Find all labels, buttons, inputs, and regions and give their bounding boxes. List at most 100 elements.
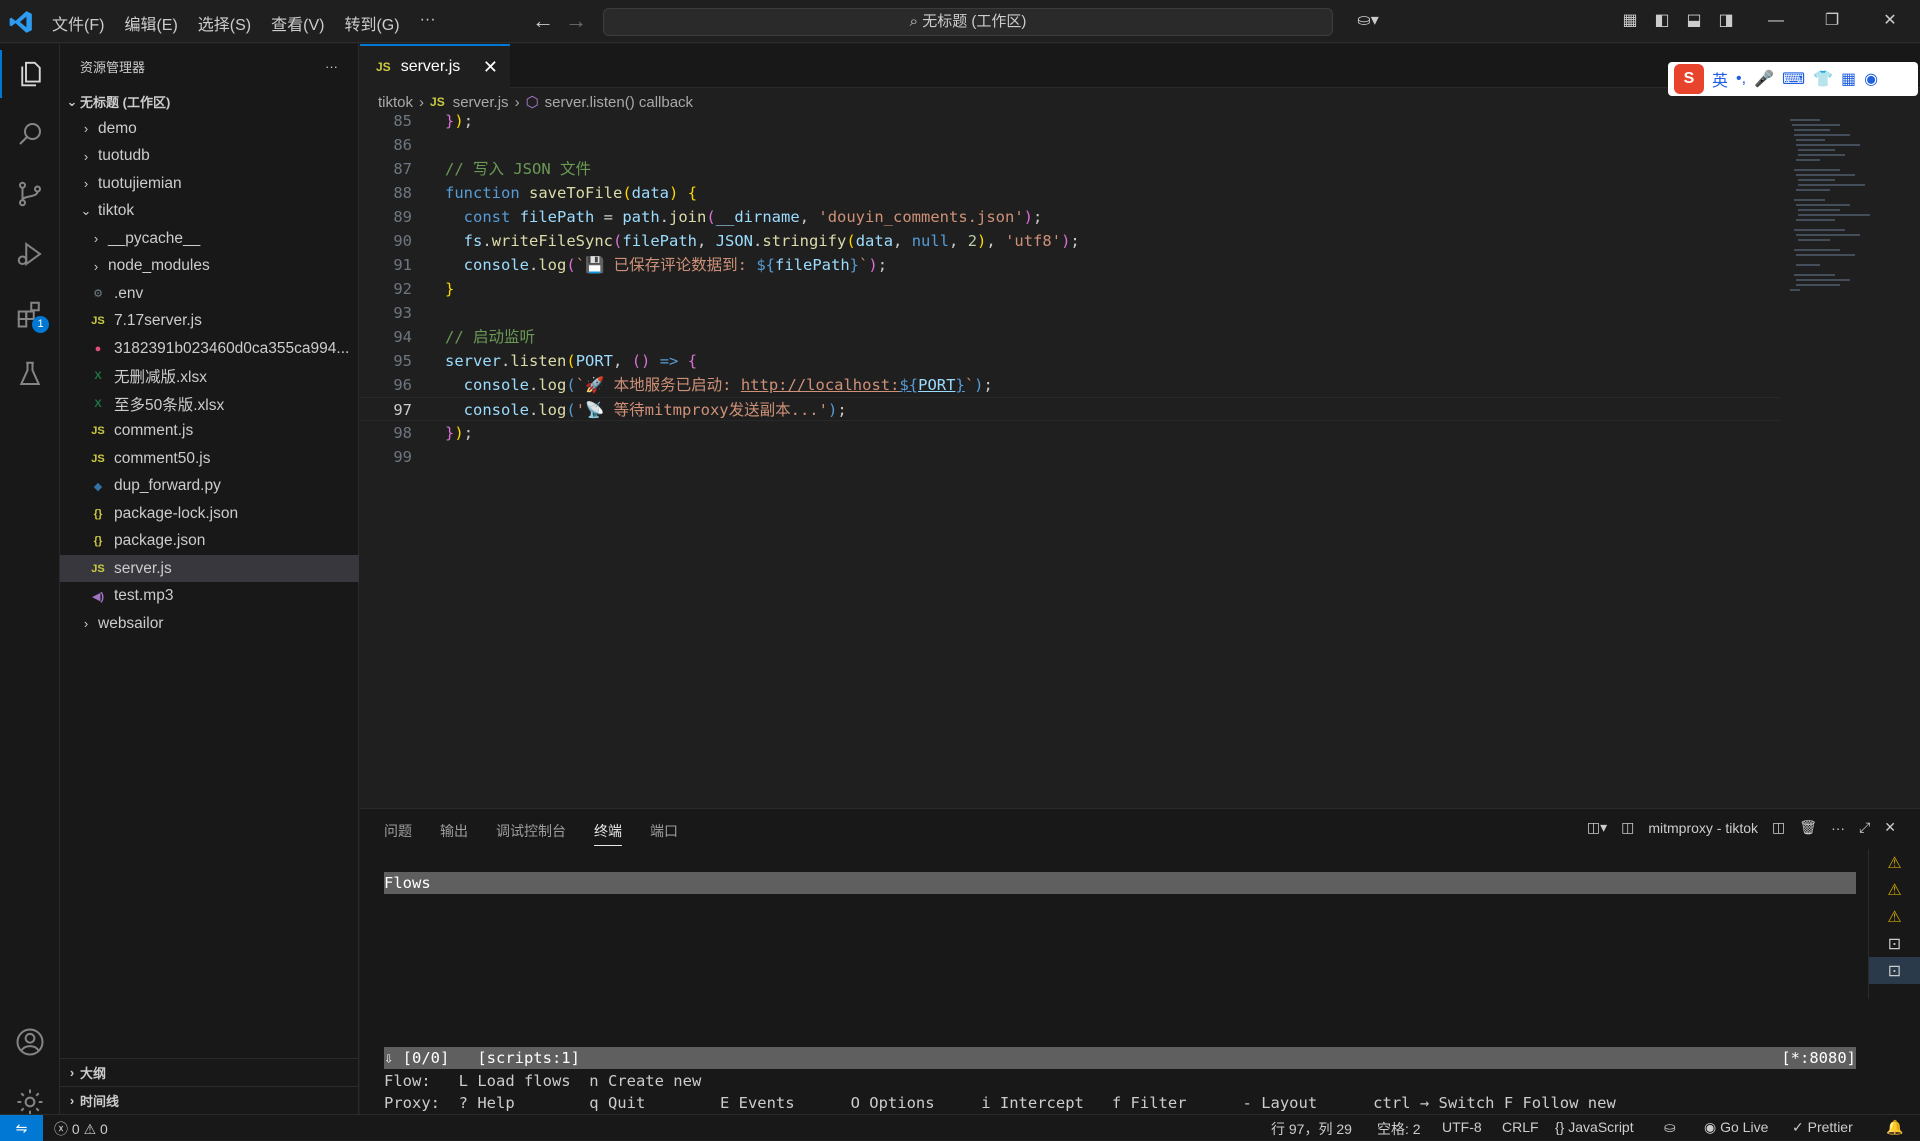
- tree-item[interactable]: › tuotujiemian: [60, 170, 359, 197]
- tab-problems[interactable]: 问题: [384, 821, 412, 846]
- terminal-name[interactable]: mitmproxy - tiktok: [1648, 820, 1758, 836]
- menu-edit[interactable]: 编辑(E): [114, 11, 187, 35]
- back-arrow-icon[interactable]: ←: [532, 8, 554, 34]
- menu-go[interactable]: 转到(G): [334, 11, 409, 35]
- tree-item[interactable]: ◀) test.mp3: [60, 583, 359, 610]
- terminal-icon[interactable]: ⊡: [1869, 957, 1920, 984]
- punctuation-icon[interactable]: •,: [1736, 70, 1746, 88]
- search-view-icon[interactable]: [0, 110, 60, 158]
- tree-item[interactable]: › websailor: [60, 610, 359, 637]
- tree-item[interactable]: JS server.js: [60, 555, 359, 582]
- split-terminal-icon[interactable]: ◫▾: [1587, 819, 1607, 836]
- copilot-status-icon[interactable]: ⛀: [1664, 1119, 1676, 1136]
- menu-more[interactable]: ···: [410, 11, 446, 35]
- explorer-title: 资源管理器: [80, 59, 146, 75]
- tree-item[interactable]: › __pycache__: [60, 225, 359, 252]
- skin-icon[interactable]: 👕: [1813, 69, 1833, 89]
- language-mode[interactable]: {} JavaScript: [1555, 1119, 1634, 1135]
- warning-terminal-icon[interactable]: ⚠: [1869, 849, 1920, 876]
- keyboard-icon[interactable]: ⌨: [1782, 69, 1805, 89]
- close-window-icon[interactable]: ✕: [1880, 11, 1900, 31]
- menu-file[interactable]: 文件(F): [42, 11, 114, 35]
- tab-output[interactable]: 输出: [440, 821, 468, 846]
- restore-icon[interactable]: ❐: [1822, 11, 1842, 31]
- terminal-icon[interactable]: ⊡: [1869, 930, 1920, 957]
- chevron-right-icon: ›: [83, 616, 89, 631]
- extensions-icon[interactable]: 1: [0, 290, 60, 338]
- copilot-icon[interactable]: ⛀▾: [1350, 11, 1386, 31]
- trash-icon[interactable]: 🗑: [1799, 819, 1817, 836]
- prettier[interactable]: ✓ Prettier: [1792, 1119, 1853, 1136]
- tree-item[interactable]: ⚙ .env: [60, 280, 359, 307]
- toggle-sidebar-icon[interactable]: ◧: [1652, 11, 1672, 31]
- tab-debug-console[interactable]: 调试控制台: [496, 821, 566, 846]
- explorer-more-button[interactable]: ···: [325, 59, 338, 74]
- tree-item[interactable]: X 至多50条版.xlsx: [60, 390, 359, 417]
- notifications-bell-icon[interactable]: 🔔: [1886, 1119, 1903, 1136]
- tab-ports[interactable]: 端口: [650, 821, 678, 846]
- errors-indicator[interactable]: ⓧ 0 ⚠ 0: [54, 1119, 108, 1139]
- go-live[interactable]: ◉ Go Live: [1704, 1119, 1768, 1136]
- tree-item[interactable]: {} package-lock.json: [60, 500, 359, 527]
- maximize-panel-icon[interactable]: ⤢: [1859, 819, 1870, 836]
- split-icon[interactable]: ◫: [1772, 819, 1785, 836]
- menu-view[interactable]: 查看(V): [261, 11, 334, 35]
- warning-terminal-icon[interactable]: ⚠: [1869, 876, 1920, 903]
- tree-item[interactable]: X 无删减版.xlsx: [60, 363, 359, 390]
- toolbox-icon[interactable]: ◉: [1864, 69, 1878, 89]
- tree-item[interactable]: ● 3182391b023460d0ca355ca994...: [60, 335, 359, 362]
- menu-selection[interactable]: 选择(S): [188, 11, 261, 35]
- workspace-root[interactable]: ⌄ 无标题 (工作区): [60, 88, 359, 115]
- explorer-icon[interactable]: [0, 50, 60, 98]
- apps-grid-icon[interactable]: ▦: [1841, 69, 1856, 89]
- toggle-panel-icon[interactable]: ⬓: [1684, 11, 1704, 31]
- breadcrumb-folder[interactable]: tiktok: [378, 94, 413, 111]
- run-debug-icon[interactable]: [0, 230, 60, 278]
- ime-language[interactable]: 英: [1712, 67, 1728, 91]
- tree-item[interactable]: ⌄ tiktok: [60, 198, 359, 225]
- status-left: ⇩ [0/0] [scripts:1]: [384, 1049, 580, 1067]
- indentation[interactable]: 空格: 2: [1377, 1119, 1421, 1139]
- remote-icon[interactable]: ⇋: [0, 1115, 43, 1141]
- accounts-icon[interactable]: [0, 1018, 60, 1066]
- toggle-secondary-sidebar-icon[interactable]: ◨: [1716, 11, 1736, 31]
- microphone-icon[interactable]: 🎤: [1754, 69, 1774, 89]
- tree-item[interactable]: JS comment.js: [60, 418, 359, 445]
- testing-icon[interactable]: [0, 350, 60, 398]
- tree-item-label: comment50.js: [114, 449, 211, 467]
- tree-item[interactable]: {} package.json: [60, 528, 359, 555]
- minimize-icon[interactable]: —: [1766, 11, 1786, 31]
- warning-terminal-icon[interactable]: ⚠: [1869, 903, 1920, 930]
- command-center-search[interactable]: ⌕ 无标题 (工作区): [603, 8, 1333, 36]
- workspace-label: 无标题 (工作区): [80, 95, 171, 110]
- cursor-position[interactable]: 行 97，列 29: [1271, 1119, 1352, 1139]
- tab-server-js[interactable]: JS server.js ✕: [360, 44, 510, 88]
- customize-layout-icon[interactable]: ▦: [1620, 11, 1640, 31]
- timeline-section[interactable]: › 时间线: [60, 1086, 359, 1114]
- end-of-line[interactable]: CRLF: [1502, 1119, 1539, 1135]
- js-file-icon: JS: [430, 95, 445, 109]
- tree-item[interactable]: JS comment50.js: [60, 445, 359, 472]
- ime-toolbar[interactable]: S 英 •, 🎤 ⌨ 👕 ▦ ◉: [1668, 62, 1918, 96]
- tree-item[interactable]: › tuotudb: [60, 143, 359, 170]
- tree-item[interactable]: › node_modules: [60, 253, 359, 280]
- chevron-right-icon: ›: [83, 148, 89, 164]
- outline-section[interactable]: › 大纲: [60, 1058, 359, 1086]
- sogou-logo-icon: S: [1674, 64, 1704, 94]
- forward-arrow-icon[interactable]: →: [565, 8, 587, 34]
- tree-item[interactable]: JS 7.17server.js: [60, 308, 359, 335]
- tree-item[interactable]: › demo: [60, 115, 359, 142]
- close-tab-icon[interactable]: ✕: [483, 57, 498, 78]
- breadcrumb-file[interactable]: server.js: [453, 94, 509, 111]
- chevron-right-icon: ›: [69, 1065, 75, 1080]
- keybindings-flow: Flow: L Load flows n Create new: [384, 1072, 702, 1090]
- tree-item-label: package-lock.json: [114, 504, 239, 522]
- more-icon[interactable]: ···: [1831, 820, 1845, 836]
- tab-terminal[interactable]: 终端: [594, 821, 622, 846]
- close-panel-icon[interactable]: ✕: [1884, 819, 1896, 836]
- breadcrumb-symbol[interactable]: server.listen() callback: [545, 94, 693, 111]
- encoding[interactable]: UTF-8: [1442, 1119, 1482, 1135]
- source-control-icon[interactable]: [0, 170, 60, 218]
- minimap[interactable]: [1780, 115, 1910, 335]
- tree-item[interactable]: ◆ dup_forward.py: [60, 473, 359, 500]
